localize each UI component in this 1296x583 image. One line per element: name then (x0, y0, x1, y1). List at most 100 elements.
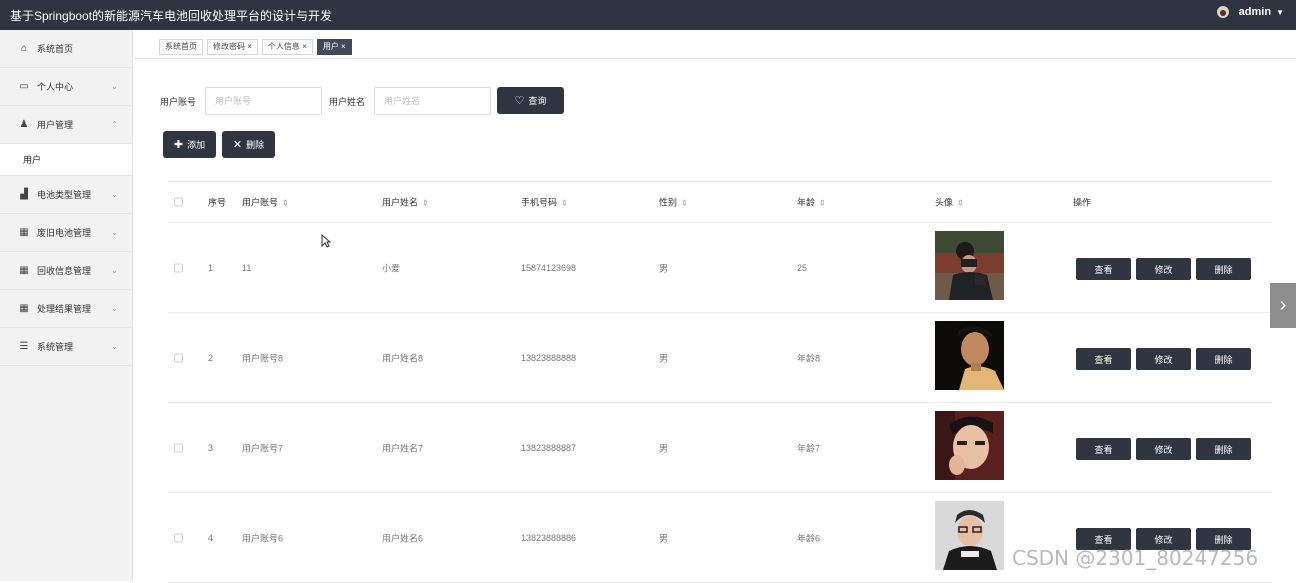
view-button[interactable]: 查看 (1076, 348, 1131, 370)
table-row: 1 11 小爱 15874123698 男 25 查看 修改 删除 (168, 223, 1272, 313)
add-button[interactable]: ✚ 添加 (163, 131, 216, 158)
account-search-input[interactable] (205, 87, 322, 115)
sidebar-item-label: 回收信息管理 (37, 266, 92, 276)
column-header-age[interactable]: 年龄 ⇕ (797, 196, 826, 209)
tab-user[interactable]: 用户 × (316, 39, 352, 55)
scroll-right-button[interactable]: › (1270, 283, 1296, 328)
sidebar-item-system[interactable]: ☰ 系统管理 ⌄ (0, 328, 132, 366)
user-avatar-icon (1216, 6, 1229, 18)
watermark: CSDN @2301_80247256 (1012, 546, 1259, 570)
sidebar-item-user-management[interactable]: ♟ 用户管理 ⌃ (0, 106, 132, 144)
chevron-down-icon: ⌄ (111, 190, 118, 199)
cell-account: 用户账号8 (242, 353, 284, 363)
user-icon: ♟ (19, 119, 29, 130)
close-icon[interactable]: × (339, 42, 346, 51)
cell-age: 年龄6 (797, 533, 821, 543)
cell-index: 3 (208, 442, 214, 453)
chevron-down-icon: ⌄ (111, 342, 118, 351)
edit-button[interactable]: 修改 (1136, 438, 1191, 460)
grid-icon: ▦ (19, 227, 29, 238)
sort-icon[interactable]: ⇕ (422, 199, 429, 208)
sidebar-item-label: 废旧电池管理 (37, 228, 92, 238)
cell-phone: 13823888888 (521, 352, 577, 363)
cell-name: 小爱 (382, 263, 401, 273)
column-header-name[interactable]: 用户姓名 ⇕ (382, 196, 429, 209)
cell-name: 用户姓名6 (382, 533, 424, 543)
cell-account: 用户账号7 (242, 443, 284, 453)
user-table: 序号 用户账号 ⇕ 用户姓名 ⇕ 手机号码 ⇕ 性别 ⇕ 年龄 ⇕ 头像 ⇕ 操作 1 11… (168, 181, 1272, 583)
cell-name: 用户姓名7 (382, 443, 424, 453)
column-header-ops: 操作 (1073, 197, 1092, 208)
chevron-down-icon: ⌄ (111, 228, 118, 237)
delete-button[interactable]: 删除 (1196, 438, 1251, 460)
cell-age: 年龄7 (797, 443, 821, 453)
app-title: 基于Springboot的新能源汽车电池回收处理平台的设计与开发 (10, 9, 333, 23)
table-header-row: 序号 用户账号 ⇕ 用户姓名 ⇕ 手机号码 ⇕ 性别 ⇕ 年龄 ⇕ 头像 ⇕ 操作 (168, 182, 1272, 223)
sort-icon[interactable]: ⇕ (819, 199, 826, 208)
edit-button[interactable]: 修改 (1136, 258, 1191, 280)
delete-button[interactable]: 删除 (1196, 348, 1251, 370)
query-button[interactable]: ♡ 查询 (497, 87, 564, 114)
cell-gender: 男 (659, 443, 669, 453)
name-label: 用户姓名 (329, 97, 366, 107)
name-search-input[interactable] (374, 87, 491, 115)
sidebar-item-label: 系统首页 (37, 44, 74, 54)
sidebar-item-process-result[interactable]: ▦ 处理结果管理 ⌄ (0, 290, 132, 328)
batch-delete-button[interactable]: ✕ 删除 (222, 131, 275, 158)
view-button[interactable]: 查看 (1076, 258, 1131, 280)
table-row: 3 用户账号7 用户姓名7 13823888887 男 年龄7 查看 修改 删除 (168, 403, 1272, 493)
sidebar-item-label: 用户管理 (37, 120, 74, 130)
cell-account: 11 (242, 262, 252, 273)
view-button[interactable]: 查看 (1076, 438, 1131, 460)
cell-phone: 13823888886 (521, 532, 577, 543)
sidebar-item-waste-battery[interactable]: ▦ 废旧电池管理 ⌄ (0, 214, 132, 252)
close-icon[interactable]: × (245, 42, 252, 51)
table-icon: ▦ (19, 303, 29, 314)
sort-icon[interactable]: ⇕ (957, 199, 964, 208)
top-bar: 基于Springboot的新能源汽车电池回收处理平台的设计与开发 admin ▼ (0, 0, 1296, 30)
user-name: admin (1238, 6, 1272, 18)
thumb-icon: ▟ (20, 189, 28, 200)
user-menu[interactable]: admin ▼ (1216, 6, 1284, 18)
column-header-phone[interactable]: 手机号码 ⇕ (521, 196, 568, 209)
avatar-photo (935, 411, 1004, 480)
sidebar-item-home[interactable]: ⌂ 系统首页 (0, 30, 132, 68)
sidebar-item-label: 处理结果管理 (37, 304, 92, 314)
sidebar-item-label: 个人中心 (37, 82, 74, 92)
cell-age: 年龄8 (797, 353, 821, 363)
chevron-down-icon: ⌄ (111, 304, 118, 313)
close-icon[interactable]: × (300, 42, 307, 51)
tab-home[interactable]: 系统首页 (159, 39, 203, 55)
row-checkbox[interactable] (174, 263, 183, 272)
plus-icon: ✚ (173, 139, 184, 151)
row-checkbox[interactable] (174, 443, 183, 452)
chevron-down-icon: ⌄ (111, 266, 118, 275)
select-all-checkbox[interactable] (174, 197, 183, 207)
cell-index: 1 (208, 262, 214, 273)
sidebar-subitem-user[interactable]: 用户 (0, 144, 132, 176)
sidebar-item-battery-type[interactable]: ▟ 电池类型管理 ⌄ (0, 176, 132, 214)
sidebar: ⌂ 系统首页 ▭ 个人中心 ⌄ ♟ 用户管理 ⌃ 用户 ▟ 电池类型管理 ⌄ ▦… (0, 30, 133, 581)
row-checkbox[interactable] (174, 353, 183, 362)
sort-icon[interactable]: ⇕ (561, 199, 568, 208)
column-header-avatar[interactable]: 头像 ⇕ (935, 196, 964, 209)
chevron-right-icon: › (1279, 294, 1287, 316)
row-checkbox[interactable] (174, 533, 183, 542)
cell-gender: 男 (659, 353, 669, 363)
edit-button[interactable]: 修改 (1136, 348, 1191, 370)
sidebar-item-label: 系统管理 (37, 342, 74, 352)
list-icon: ☰ (19, 341, 29, 352)
tab-change-password[interactable]: 修改密码 × (207, 39, 258, 55)
delete-button[interactable]: 删除 (1196, 258, 1251, 280)
column-header-index: 序号 (208, 197, 227, 208)
sort-icon[interactable]: ⇕ (282, 199, 289, 208)
cell-index: 4 (208, 532, 214, 543)
sidebar-item-profile[interactable]: ▭ 个人中心 ⌄ (0, 68, 132, 106)
column-header-gender[interactable]: 性别 ⇕ (659, 196, 688, 209)
sidebar-item-label: 电池类型管理 (37, 190, 92, 200)
sidebar-item-recycle-info[interactable]: ▦ 回收信息管理 ⌄ (0, 252, 132, 290)
sort-icon[interactable]: ⇕ (681, 199, 688, 208)
avatar-photo (935, 231, 1004, 300)
column-header-account[interactable]: 用户账号 ⇕ (242, 196, 289, 209)
tab-profile[interactable]: 个人信息 × (261, 39, 313, 55)
